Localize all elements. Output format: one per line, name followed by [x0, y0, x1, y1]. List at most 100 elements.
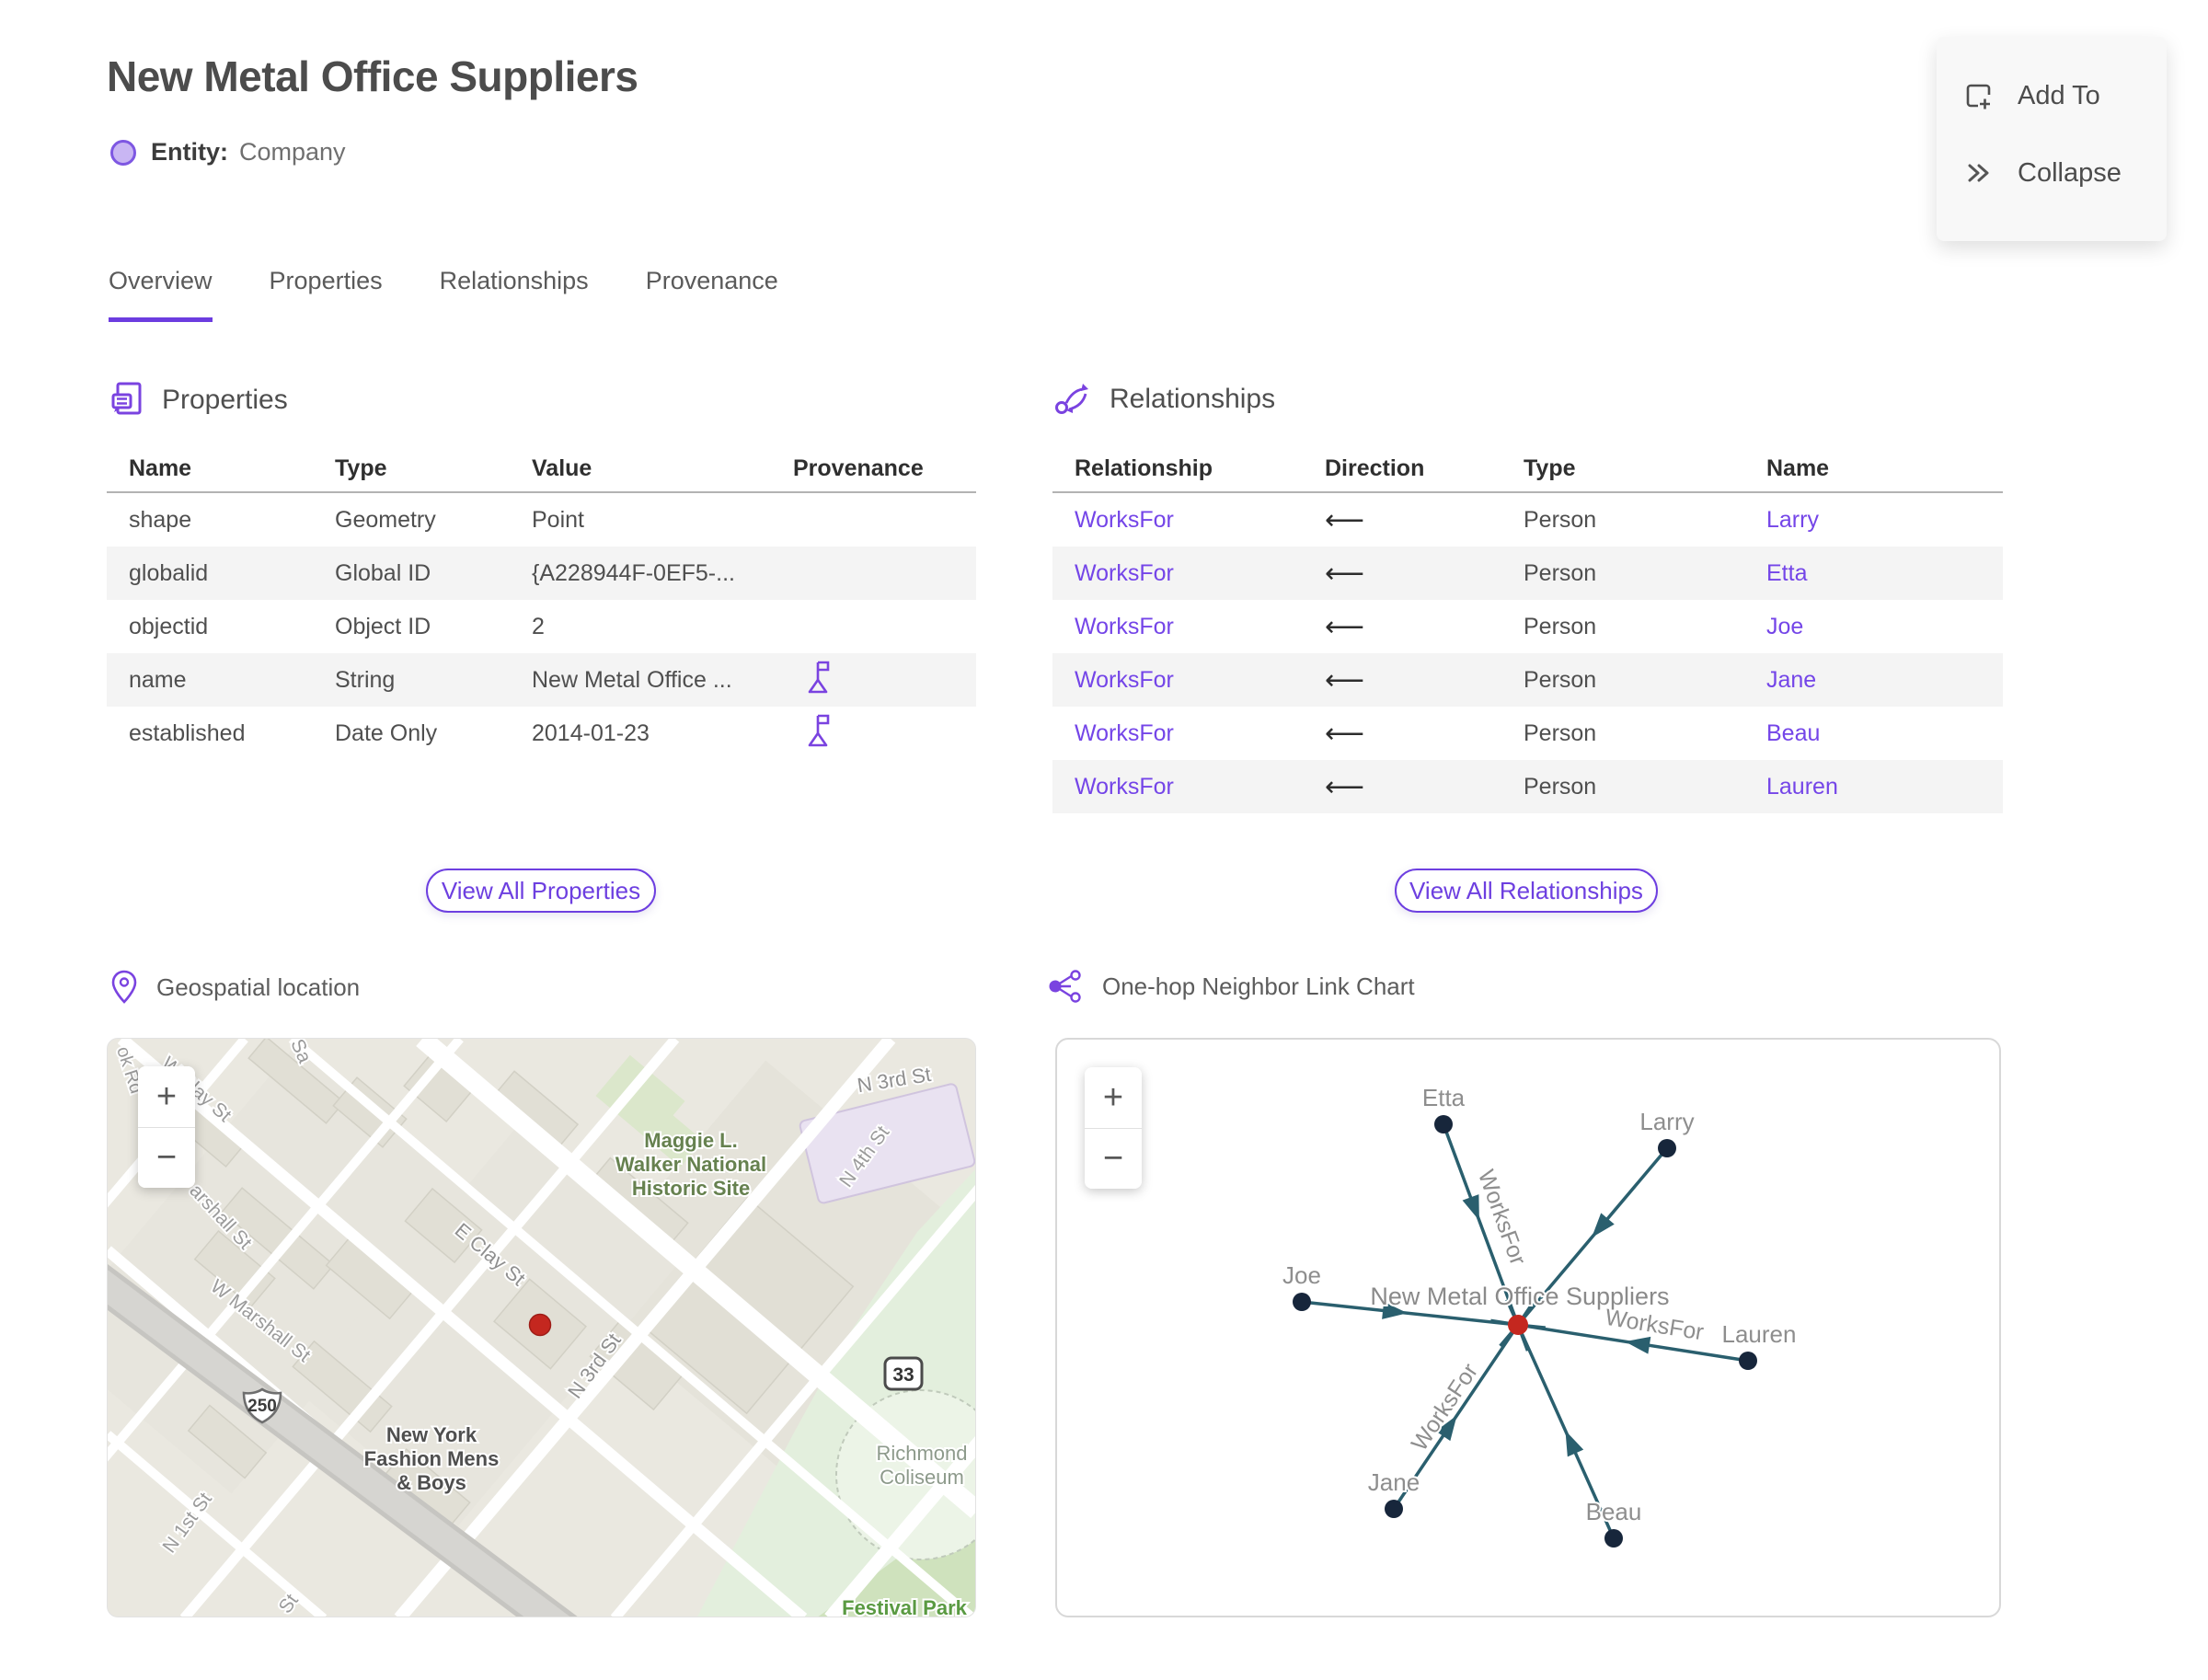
node-etta[interactable]: [1434, 1115, 1453, 1133]
tab-properties[interactable]: Properties: [270, 267, 383, 322]
relationship-row-joe: WorksFor ⟵ Person Joe: [1052, 600, 2003, 653]
property-provenance: [793, 713, 976, 754]
property-type: Object ID: [335, 613, 431, 639]
property-value: Point: [532, 506, 584, 533]
map-zoom-in-button[interactable]: +: [138, 1066, 195, 1127]
view-all-relationships-button[interactable]: View All Relationships: [1395, 869, 1658, 913]
property-type: String: [335, 666, 396, 693]
collapse-icon: [1968, 164, 1989, 182]
edge-arrowhead: [1625, 1336, 1651, 1354]
relationships-table: Relationship Direction Type Name WorksFor ⟵ P…: [1052, 445, 2003, 813]
related-entity-link[interactable]: Etta: [1766, 560, 2003, 587]
edge-arrowhead: [1565, 1430, 1584, 1457]
entity-page: New Metal Office Suppliers Entity: Compa…: [0, 0, 2208, 1680]
related-entity-link[interactable]: Joe: [1766, 614, 2003, 640]
column-header: Value: [532, 455, 592, 481]
add-to-button[interactable]: Add To: [1962, 66, 2167, 125]
property-name: objectid: [129, 613, 209, 639]
page-title: New Metal Office Suppliers: [107, 52, 638, 100]
relationship-type-link[interactable]: WorksFor: [1075, 667, 1325, 694]
property-name: globalid: [129, 559, 209, 586]
tab-overview[interactable]: Overview: [109, 267, 213, 322]
provenance-icon[interactable]: [806, 713, 834, 748]
node-jane[interactable]: [1385, 1500, 1403, 1518]
tab-bar: Overview Properties Relationships Provenanc…: [109, 267, 778, 322]
relationship-row-beau: WorksFor ⟵ Person Beau: [1052, 707, 2003, 760]
map-label: Richmond Coliseum: [876, 1442, 967, 1489]
provenance-icon[interactable]: [806, 660, 834, 695]
node-label: Lauren: [1722, 1320, 1797, 1348]
tab-relationships[interactable]: Relationships: [440, 267, 589, 322]
node-beau[interactable]: [1604, 1529, 1623, 1548]
relationship-type-link[interactable]: WorksFor: [1075, 720, 1325, 747]
node-lauren[interactable]: [1739, 1352, 1757, 1370]
related-entity-link[interactable]: Lauren: [1766, 774, 2003, 800]
relationship-row-larry: WorksFor ⟵ Person Larry: [1052, 493, 2003, 547]
property-row-objectid: objectid Object ID 2: [107, 600, 976, 653]
relationship-type-link[interactable]: WorksFor: [1075, 507, 1325, 534]
geospatial-section-header: Geospatial location: [110, 970, 360, 1005]
related-entity-type: Person: [1524, 719, 1597, 746]
relationship-direction: ⟵: [1325, 504, 1365, 535]
relationships-icon: [1055, 384, 1088, 414]
column-header: Name: [1766, 455, 1830, 481]
chart-zoom-control: + −: [1085, 1067, 1142, 1189]
property-value: 2: [532, 613, 545, 639]
entity-subtitle: Entity: Company: [110, 138, 346, 167]
properties-table-header: Name Type Value Provenance: [107, 445, 976, 493]
related-entity-type: Person: [1524, 506, 1597, 533]
relationship-row-jane: WorksFor ⟵ Person Jane: [1052, 653, 2003, 707]
chart-zoom-in-button[interactable]: +: [1085, 1067, 1142, 1128]
geospatial-map[interactable]: 250 33 ok Rd W Clay St Sa N 3rd St N 4th St M…: [107, 1038, 976, 1617]
property-row-established: established Date Only 2014-01-23: [107, 707, 976, 760]
column-header: Type: [335, 455, 387, 481]
relationships-section-header: Relationships: [1054, 381, 1275, 418]
relationship-direction: ⟵: [1325, 664, 1365, 696]
node-label: Jane: [1368, 1468, 1420, 1496]
relationship-row-etta: WorksFor ⟵ Person Etta: [1052, 547, 2003, 600]
center-node-label: New Metal Office Suppliers: [1370, 1283, 1669, 1310]
tab-provenance[interactable]: Provenance: [646, 267, 778, 322]
link-chart-canvas[interactable]: WorksForWorksForWorksForEttaLarryJoeLaur…: [1057, 1040, 1999, 1616]
property-name: name: [129, 666, 187, 693]
property-type: Global ID: [335, 559, 431, 586]
map-zoom-control: + −: [138, 1066, 195, 1188]
map-label: Festival Park: [842, 1596, 968, 1617]
relationship-type-link[interactable]: WorksFor: [1075, 774, 1325, 800]
related-entity-type: Person: [1524, 773, 1597, 800]
property-type: Date Only: [335, 719, 438, 746]
edge-arrowhead: [1462, 1194, 1479, 1221]
property-value: New Metal Office ...: [532, 666, 732, 693]
link-chart-icon: [1049, 970, 1081, 1003]
view-all-properties-button[interactable]: View All Properties: [426, 869, 656, 913]
property-row-shape: shape Geometry Point: [107, 493, 976, 547]
property-value: {A228944F-0EF5-...: [532, 559, 735, 586]
node-label: Beau: [1586, 1498, 1642, 1525]
map-canvas[interactable]: 250 33 ok Rd W Clay StSaN 3rd StN 4th StM…: [108, 1039, 976, 1617]
related-entity-type: Person: [1524, 666, 1597, 693]
related-entity-link[interactable]: Beau: [1766, 720, 2003, 747]
column-header: Direction: [1325, 455, 1425, 481]
node-larry[interactable]: [1658, 1139, 1676, 1157]
property-type: Geometry: [335, 506, 436, 533]
collapse-button[interactable]: Collapse: [1962, 144, 2167, 202]
chart-zoom-out-button[interactable]: −: [1085, 1128, 1142, 1189]
node-center[interactable]: [1508, 1315, 1528, 1335]
map-zoom-out-button[interactable]: −: [138, 1127, 195, 1188]
related-entity-link[interactable]: Larry: [1766, 507, 2003, 534]
relationship-type-link[interactable]: WorksFor: [1075, 614, 1325, 640]
edge-label: WorksFor: [1407, 1359, 1484, 1456]
add-to-icon: [1966, 84, 1991, 109]
node-label: Etta: [1422, 1084, 1466, 1111]
related-entity-link[interactable]: Jane: [1766, 667, 2003, 694]
related-entity-type: Person: [1524, 613, 1597, 639]
node-label: Larry: [1639, 1108, 1694, 1135]
entity-location-dot[interactable]: [528, 1313, 552, 1337]
relationship-row-lauren: WorksFor ⟵ Person Lauren: [1052, 760, 2003, 813]
link-chart[interactable]: WorksFor WorksFor WorksFor Etta Larry Joe Laur…: [1055, 1038, 2001, 1617]
node-joe[interactable]: [1293, 1293, 1311, 1311]
related-entity-type: Person: [1524, 559, 1597, 586]
relationship-type-link[interactable]: WorksFor: [1075, 560, 1325, 587]
relationship-direction: ⟵: [1325, 718, 1365, 749]
node-label: Joe: [1282, 1261, 1321, 1289]
